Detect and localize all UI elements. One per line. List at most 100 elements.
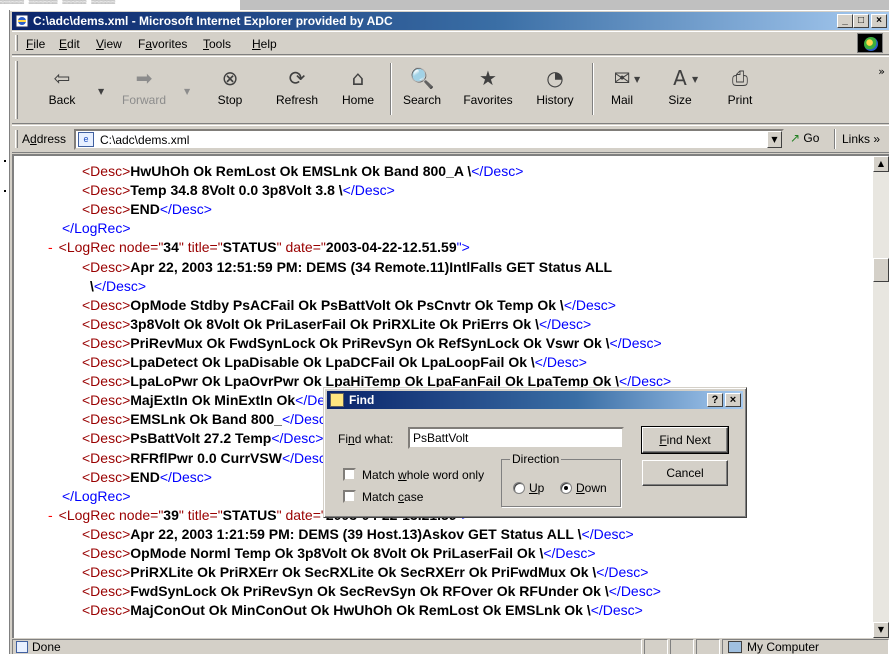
menu-bar: File Edit View Favorites Tools Help xyxy=(12,31,889,55)
match-whole-word-checkbox[interactable]: Match whole word only xyxy=(343,468,484,482)
xml-open-tag: <Desc> xyxy=(82,258,131,275)
xml-attr-name: " title=" xyxy=(178,239,223,256)
background-window-fragment: ▒▒▒▒▒ ▒▒▒▒▒▒ ▒▒▒▒▒ ▒▒▒▒▒ xyxy=(0,0,240,10)
xml-open-tag: <LogRec xyxy=(58,239,119,256)
minimize-button[interactable]: _ xyxy=(837,14,853,28)
refresh-icon: ⟳ xyxy=(288,66,306,90)
toolbar-chevron[interactable]: » xyxy=(878,65,885,78)
direction-up-radio[interactable]: Up xyxy=(513,481,544,495)
mail-icon: ✉ xyxy=(613,66,631,90)
status-cell-blank xyxy=(670,639,694,654)
xml-text: RFRflPwr 0.0 CurrVSW xyxy=(130,449,282,466)
xml-line: <Desc>OpMode Stdby PsACFail Ok PsBattVol… xyxy=(82,296,616,315)
maximize-button[interactable]: □ xyxy=(853,14,869,28)
favorites-button[interactable]: ★ Favorites xyxy=(456,61,520,119)
toolbar-grip[interactable] xyxy=(15,61,18,119)
menu-tools[interactable]: Tools xyxy=(203,36,231,52)
xml-text: 3p8Volt Ok 8Volt Ok PriLaserFail Ok PriR… xyxy=(130,315,539,332)
stop-button[interactable]: ⊗ Stop xyxy=(208,61,252,119)
xml-text: OpMode Stdby PsACFail Ok PsBattVolt Ok P… xyxy=(130,296,564,313)
xml-line: <Desc>3p8Volt Ok 8Volt Ok PriLaserFail O… xyxy=(82,315,591,334)
refresh-button[interactable]: ⟳ Refresh xyxy=(270,61,324,119)
xml-line: <Desc>HwUhOh Ok RemLost Ok EMSLnk Ok Ban… xyxy=(82,162,523,181)
find-what-label: Find what: xyxy=(338,432,394,446)
help-button[interactable]: ? xyxy=(707,393,723,407)
back-button[interactable]: ⇦ Back xyxy=(42,61,82,119)
print-button[interactable]: ⎙ Print xyxy=(718,61,762,119)
menu-view[interactable]: View xyxy=(96,36,122,52)
checkbox-box xyxy=(343,490,356,503)
toolbar-separator xyxy=(390,63,392,115)
home-button[interactable]: ⌂ Home xyxy=(336,61,380,119)
font-size-icon: A xyxy=(673,66,687,90)
go-button[interactable]: ↗ Go xyxy=(790,131,819,145)
xml-close-tag: </Desc> xyxy=(471,163,524,179)
direction-group: Direction Up Down xyxy=(501,452,621,507)
direction-down-radio[interactable]: Down xyxy=(560,481,607,495)
cancel-button[interactable]: Cancel xyxy=(642,460,728,486)
menu-edit[interactable]: Edit xyxy=(59,36,80,52)
print-icon: ⎙ xyxy=(732,66,748,90)
standard-toolbar: ⇦ Back ▼ ➡ Forward ▼ ⊗ Stop ⟳ Refresh ⌂ … xyxy=(12,56,889,124)
xml-collapse-toggle[interactable]: - xyxy=(48,507,53,523)
xml-open-tag: <Desc> xyxy=(82,201,131,218)
xml-open-tag: <Desc> xyxy=(82,583,131,600)
mail-dropdown-arrow[interactable]: ▼ xyxy=(634,75,640,84)
xml-text: LpaDetect Ok LpaDisable Ok LpaDCFail Ok … xyxy=(130,354,535,370)
scroll-thumb[interactable] xyxy=(873,258,889,282)
xml-line: \</Desc> xyxy=(90,277,146,296)
menu-file[interactable]: File xyxy=(26,36,45,52)
page-status-icon xyxy=(16,641,28,653)
window-title: C:\adc\dems.xml - Microsoft Internet Exp… xyxy=(33,14,393,28)
find-what-input[interactable]: PsBattVolt xyxy=(408,427,624,449)
address-grip[interactable] xyxy=(15,130,18,148)
xml-close-tag: </Desc> xyxy=(563,296,616,313)
title-bar[interactable]: C:\adc\dems.xml - Microsoft Internet Exp… xyxy=(12,12,889,30)
xml-open-tag: <Desc> xyxy=(82,564,131,581)
forward-dropdown-arrow[interactable]: ▼ xyxy=(184,87,190,96)
search-button[interactable]: 🔍 Search xyxy=(396,61,448,119)
xml-open-tag: <Desc> xyxy=(82,182,131,199)
xml-close-tag: </Desc> xyxy=(159,468,212,485)
toolbar-separator xyxy=(592,63,594,115)
close-button[interactable]: × xyxy=(871,14,887,28)
address-label: Address xyxy=(22,132,67,146)
checkbox-box xyxy=(343,468,356,481)
menu-favorites[interactable]: Favorites xyxy=(138,36,187,52)
xml-line: <Desc>Apr 22, 2003 12:51:59 PM: DEMS (34… xyxy=(82,258,612,277)
vertical-scrollbar[interactable]: ▲ ▼ xyxy=(873,154,889,638)
find-dialog-title-bar[interactable]: Find ? × xyxy=(327,391,743,409)
size-button[interactable]: A Size xyxy=(658,61,702,119)
xml-line: <Desc>END</Desc> xyxy=(82,200,212,219)
links-button[interactable]: Links » xyxy=(842,132,880,146)
find-next-button[interactable]: Find Next xyxy=(641,426,729,454)
ie-page-icon xyxy=(15,14,29,28)
address-input[interactable]: e C:\adc\dems.xml ▼ xyxy=(74,129,784,150)
scroll-up-button[interactable]: ▲ xyxy=(873,156,889,172)
forward-button[interactable]: ➡ Forward xyxy=(116,61,172,119)
xml-close-tag: </Desc> xyxy=(539,315,592,332)
xml-line: </LogRec> xyxy=(62,487,131,506)
xml-text: MajExtIn Ok MinExtIn Ok xyxy=(130,392,296,409)
scroll-down-button[interactable]: ▼ xyxy=(873,622,889,638)
mail-button[interactable]: ✉ Mail xyxy=(600,61,644,119)
xml-collapse-toggle[interactable]: - xyxy=(48,239,53,255)
address-dropdown-button[interactable]: ▼ xyxy=(767,131,782,148)
menu-grip[interactable] xyxy=(15,35,18,51)
history-icon: ◔ xyxy=(546,66,564,90)
xml-open-tag: <Desc> xyxy=(82,354,131,370)
status-text-cell: Done xyxy=(12,639,642,654)
back-dropdown-arrow[interactable]: ▼ xyxy=(98,87,104,96)
ie-window: C:\adc\dems.xml - Microsoft Internet Exp… xyxy=(10,10,889,654)
back-arrow-icon: ⇦ xyxy=(53,66,71,90)
xml-attr-name: node=" xyxy=(119,506,164,523)
forward-arrow-icon: ➡ xyxy=(135,66,153,90)
match-case-checkbox[interactable]: Match case xyxy=(343,490,423,504)
history-button[interactable]: ◔ History xyxy=(528,61,582,119)
size-dropdown-arrow[interactable]: ▼ xyxy=(692,75,698,84)
menu-help[interactable]: Help xyxy=(252,36,277,52)
xml-line: <Desc>PriRevMux Ok FwdSynLock Ok PriRevS… xyxy=(82,334,662,353)
find-close-button[interactable]: × xyxy=(725,393,741,407)
find-dialog-icon xyxy=(330,393,344,407)
xml-text: Temp 34.8 8Volt 0.0 3p8Volt 3.8 \ xyxy=(130,182,343,199)
